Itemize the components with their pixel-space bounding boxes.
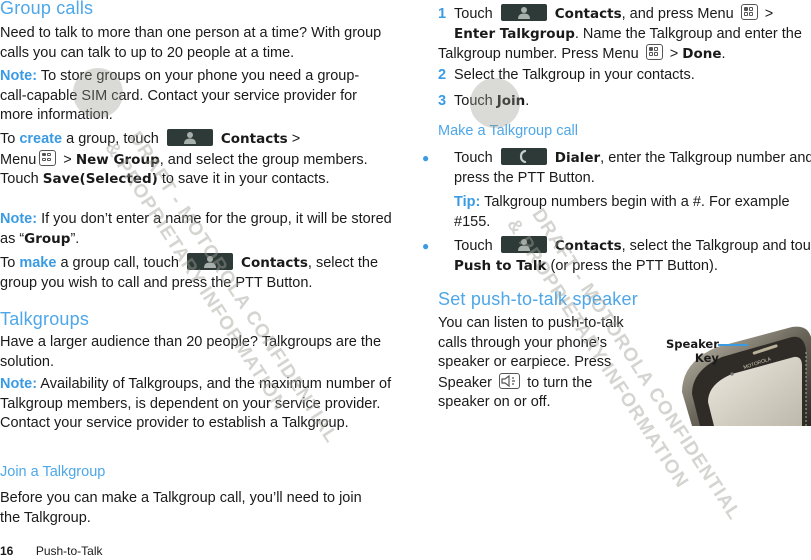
menu-key-icon [740,4,758,20]
dialer-label: Dialer [554,150,601,166]
heading-group-calls: Group calls [0,0,94,18]
menu-key-icon [39,149,57,166]
heading-make-talkgroup-call: Make a Talkgroup call [438,123,578,139]
bullet-dialer: ● Touch Dialer, enter the Talkgroup numbe… [422,148,811,186]
done-label: Done [682,46,722,62]
page-footer: 16 Push-to-Talk [0,542,103,560]
watermark-logo [470,78,520,128]
contacts-label: Contacts [220,131,288,147]
enter-talkgroup-label: Enter Talkgroup [454,25,575,42]
group-calls-note: Note: To store groups on your phone you … [0,68,360,123]
create-group-instructions: To create a group, touch Contacts > Menu… [0,129,368,187]
tip-label: Tip: [454,194,481,210]
contacts-icon [166,129,213,146]
note-label: Note: [0,68,38,84]
create-keyword: create [19,131,63,147]
speaker-key-callout: Speaker Key [666,337,719,365]
heading-talkgroups: Talkgroups [0,309,90,329]
contacts-icon [500,4,547,21]
callout-line [718,344,748,346]
join-talkgroup-text: Before you can make a Talkgroup call, yo… [0,490,362,526]
speaker-icon [499,372,521,389]
bullet-dot: ● [422,151,430,165]
dialer-icon [500,148,547,165]
make-keyword: make [19,255,57,271]
menu-key-icon [645,44,663,60]
heading-join-talkgroup: Join a Talkgroup [0,464,106,480]
step-1: 1 Touch Contacts, and press Menu > Enter … [438,4,802,62]
step-number: 1 [438,6,447,22]
talkgroups-intro: Have a larger audience than 20 people? T… [0,334,382,370]
watermark-logo [73,68,123,118]
bullet-contacts: ● Touch Contacts, select the Talkgroup an… [422,236,811,274]
group-calls-intro: Need to talk to more than one person at … [0,25,382,61]
